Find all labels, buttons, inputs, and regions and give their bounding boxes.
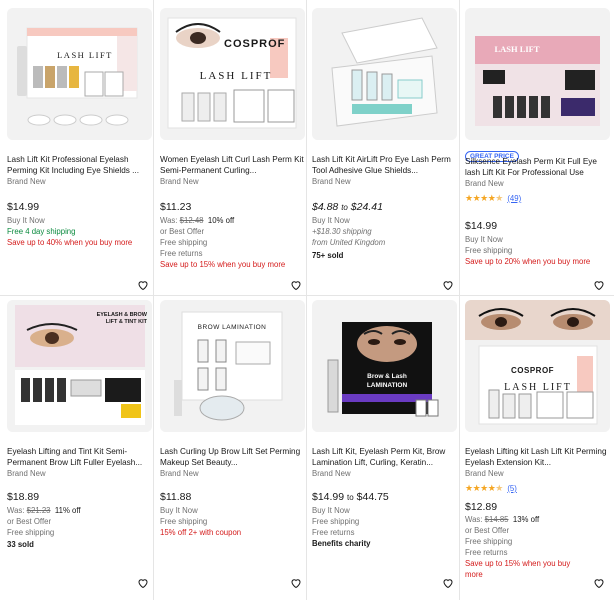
price-to-word: to: [347, 493, 354, 502]
heart-icon[interactable]: [442, 577, 454, 589]
best-offer: or Best Offer: [7, 517, 52, 526]
product-title[interactable]: Women Eyelash Lift Curl Lash Perm Kit Se…: [160, 154, 305, 176]
price: $12.89: [465, 501, 498, 513]
image-caption: EYELASH & BROW LIFT & TINT KIT: [96, 312, 147, 325]
product-image[interactable]: [312, 300, 457, 432]
heart-icon[interactable]: [137, 279, 149, 291]
condition: Brand New: [7, 469, 46, 478]
returns: Free returns: [312, 528, 355, 537]
benefits-charity: Benefits charity: [312, 539, 371, 548]
heart-icon[interactable]: [290, 279, 302, 291]
brand-logo: COSPROF: [511, 366, 555, 375]
buy-it-now: Buy It Now: [312, 506, 350, 515]
best-offer: or Best Offer: [160, 227, 205, 236]
buy-it-now: Buy It Now: [465, 235, 503, 244]
price-from: $4.88: [312, 201, 339, 213]
star-rating: ★★★★★: [465, 483, 503, 493]
product-title[interactable]: Silksence Eyelash Perm Kit Full Eye lash…: [465, 156, 610, 178]
shipping: Free shipping: [312, 517, 360, 526]
promo: Save up to 15% when you buy more: [465, 559, 571, 579]
price: $18.89: [7, 491, 40, 503]
divider: [153, 0, 154, 600]
price-from: $14.99: [312, 491, 345, 503]
heart-icon[interactable]: [593, 577, 605, 589]
product-title[interactable]: Lash Lift Kit, Eyelash Perm Kit, Brow La…: [312, 446, 457, 468]
star-rating: ★★★★★: [465, 193, 503, 203]
divider: [0, 295, 614, 296]
image-caption: LASH LIFT: [199, 70, 273, 82]
product-image[interactable]: [465, 8, 610, 140]
returns: Free returns: [160, 249, 203, 258]
price-to: $24.41: [350, 201, 383, 213]
condition: Brand New: [160, 177, 199, 186]
coupon-promo: 15% off 2+ with coupon: [160, 528, 242, 537]
shipping: +$18.30 shipping: [312, 227, 372, 236]
buy-it-now: Buy It Now: [7, 216, 45, 225]
was-price: $12.48: [179, 216, 204, 225]
results-grid: LASH LIFT Lash Lift Kit Professional Eye…: [0, 0, 614, 600]
was-label: Was:: [465, 515, 483, 524]
heart-icon[interactable]: [442, 279, 454, 291]
discount: 11% off: [54, 506, 81, 515]
promo: Save up to 15% when you buy more: [160, 260, 286, 269]
product-title[interactable]: Lash Lift Kit AirLift Pro Eye Lash Perm …: [312, 154, 457, 176]
brand-logo: COSPROF: [224, 38, 286, 50]
price: $11.88: [160, 491, 192, 503]
price: $14.99: [7, 201, 40, 213]
item-location: from United Kingdom: [312, 238, 386, 247]
heart-icon[interactable]: [593, 279, 605, 291]
discount: 13% off: [512, 515, 540, 524]
promo: Save up to 40% when you buy more: [7, 238, 133, 247]
shipping: Free shipping: [160, 517, 208, 526]
condition: Brand New: [7, 177, 46, 186]
condition: Brand New: [312, 177, 351, 186]
price-to-word: to: [341, 203, 348, 212]
buy-it-now: Buy It Now: [160, 506, 198, 515]
sold-count: 33 sold: [7, 540, 34, 549]
reviews-link[interactable]: (49): [507, 194, 521, 203]
condition: Brand New: [160, 469, 199, 478]
was-label: Was:: [7, 506, 25, 515]
was-label: Was:: [160, 216, 178, 225]
product-image[interactable]: [7, 8, 152, 140]
best-offer: or Best Offer: [465, 526, 510, 535]
condition: Brand New: [312, 469, 351, 478]
image-caption: LASH LIFT: [57, 50, 113, 60]
buy-it-now: Buy It Now: [312, 216, 350, 225]
promo: Save up to 20% when you buy more: [465, 257, 591, 266]
shipping: Free shipping: [7, 528, 55, 537]
heart-icon[interactable]: [290, 577, 302, 589]
price: $14.99: [465, 220, 498, 232]
image-caption: BROW LAMINATION: [197, 324, 267, 331]
shipping: Free shipping: [160, 238, 208, 247]
shipping: Free shipping: [465, 537, 513, 546]
image-caption: Brow & Lash LAMINATION: [366, 373, 408, 389]
product-image[interactable]: [160, 300, 305, 432]
reviews-link[interactable]: (5): [507, 484, 517, 493]
divider: [459, 0, 460, 600]
product-title[interactable]: Lash Lift Kit Professional Eyelash Permi…: [7, 154, 152, 176]
was-price: $21.23: [26, 506, 51, 515]
heart-icon[interactable]: [137, 577, 149, 589]
sold-count: 75+ sold: [312, 251, 344, 260]
product-title[interactable]: Eyelash Lifting kit Lash Lift Kit Permin…: [465, 446, 610, 468]
product-image[interactable]: [312, 8, 457, 140]
discount: 10% off: [207, 216, 235, 225]
shipping: Free shipping: [465, 246, 513, 255]
shipping: Free 4 day shipping: [7, 227, 76, 236]
image-caption: LASH LIFT: [494, 44, 540, 54]
product-title[interactable]: Lash Curling Up Brow Lift Set Perming Ma…: [160, 446, 305, 468]
product-title[interactable]: Eyelash Lifting and Tint Kit Semi-Perman…: [7, 446, 152, 468]
price-to: $44.75: [356, 491, 389, 503]
returns: Free returns: [465, 548, 508, 557]
image-caption: LASH LIFT: [504, 382, 572, 393]
divider: [306, 0, 307, 600]
price: $11.23: [160, 201, 192, 213]
was-price: $14.85: [484, 515, 509, 524]
